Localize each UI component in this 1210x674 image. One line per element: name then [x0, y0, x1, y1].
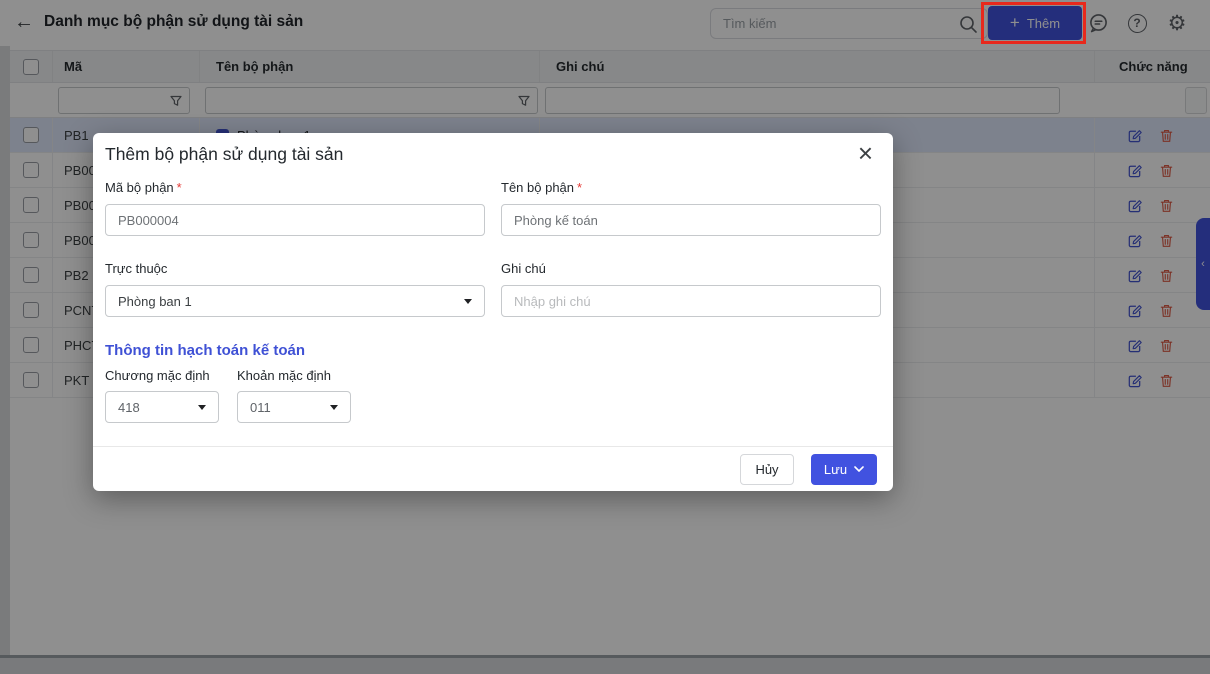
name-label: Tên bộ phận* [501, 180, 582, 195]
chapter-dropdown-value: 418 [118, 400, 140, 415]
account-dropdown-value: 011 [250, 400, 271, 415]
name-label-text: Tên bộ phận [501, 180, 574, 195]
note-label: Ghi chú [501, 261, 546, 276]
chevron-down-icon [330, 405, 338, 410]
account-dropdown[interactable]: 011 [237, 391, 351, 423]
required-mark: * [177, 180, 182, 195]
save-button-label: Lưu [824, 462, 847, 477]
account-label: Khoản mặc định [237, 368, 331, 383]
save-button[interactable]: Lưu [811, 454, 877, 485]
chevron-down-icon [198, 405, 206, 410]
code-input[interactable] [105, 204, 485, 236]
modal-footer: Hủy Lưu [93, 446, 893, 491]
required-mark: * [577, 180, 582, 195]
parent-dropdown[interactable]: Phòng ban 1 [105, 285, 485, 317]
code-label-text: Mã bộ phận [105, 180, 174, 195]
chevron-down-icon [854, 466, 864, 472]
modal-title: Thêm bộ phận sử dụng tài sản [105, 144, 343, 165]
chapter-label: Chương mặc định [105, 368, 210, 383]
cancel-button[interactable]: Hủy [740, 454, 794, 485]
name-input[interactable] [501, 204, 881, 236]
accounting-section-title: Thông tin hạch toán kế toán [105, 342, 305, 359]
add-department-modal: Thêm bộ phận sử dụng tài sản × Mã bộ phậ… [93, 133, 893, 491]
close-icon[interactable]: × [858, 137, 873, 171]
chevron-down-icon [464, 299, 472, 304]
code-label: Mã bộ phận* [105, 180, 182, 195]
chapter-dropdown[interactable]: 418 [105, 391, 219, 423]
note-input[interactable] [501, 285, 881, 317]
parent-label: Trực thuộc [105, 261, 167, 276]
parent-dropdown-value: Phòng ban 1 [118, 294, 192, 309]
